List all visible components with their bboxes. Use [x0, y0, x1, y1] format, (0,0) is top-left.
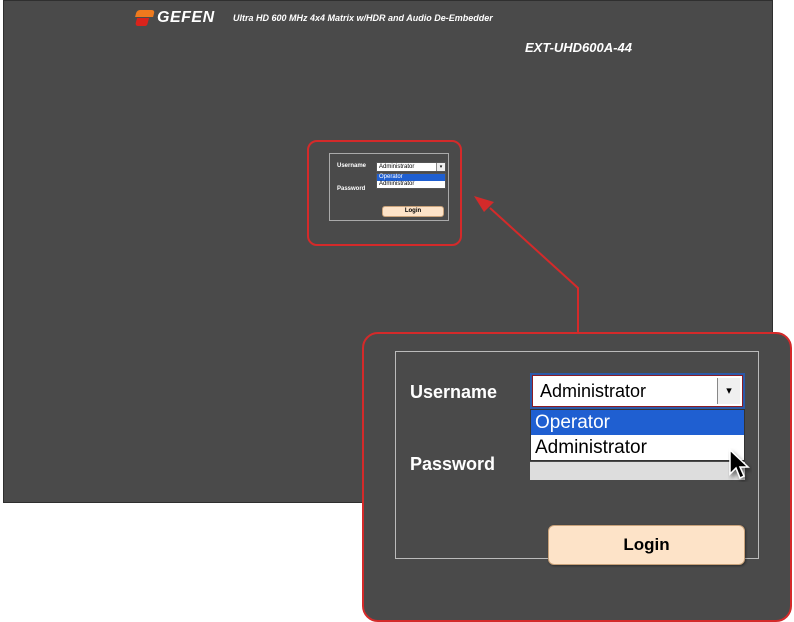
username-select-zoomed[interactable]: Administrator ▾ [530, 373, 745, 409]
option-operator-zoomed[interactable]: Operator [531, 410, 744, 435]
brand-name: GEFEN [157, 9, 215, 26]
password-field-zoomed[interactable] [530, 462, 745, 480]
zoom-callout: Username Administrator ▾ Operator Admini… [362, 332, 792, 622]
gefen-logo: GEFEN [134, 8, 215, 28]
username-label-zoomed: Username [410, 382, 498, 402]
option-administrator-zoomed[interactable]: Administrator [531, 435, 744, 460]
login-panel-zoomed: Username Administrator ▾ Operator Admini… [395, 351, 759, 565]
login-button-zoomed[interactable]: Login [548, 525, 745, 565]
model-number: EXT-UHD600A-44 [525, 40, 632, 55]
gefen-logo-icon [134, 10, 155, 26]
username-select-value-zoomed: Administrator [540, 381, 647, 401]
mouse-pointer-icon [729, 448, 750, 480]
password-label-zoomed: Password [410, 454, 496, 474]
username-options-list-zoomed: Operator Administrator [530, 409, 745, 461]
chevron-down-icon[interactable]: ▾ [717, 378, 740, 404]
highlight-box [307, 140, 462, 246]
product-subtitle: Ultra HD 600 MHz 4x4 Matrix w/HDR and Au… [233, 13, 493, 23]
